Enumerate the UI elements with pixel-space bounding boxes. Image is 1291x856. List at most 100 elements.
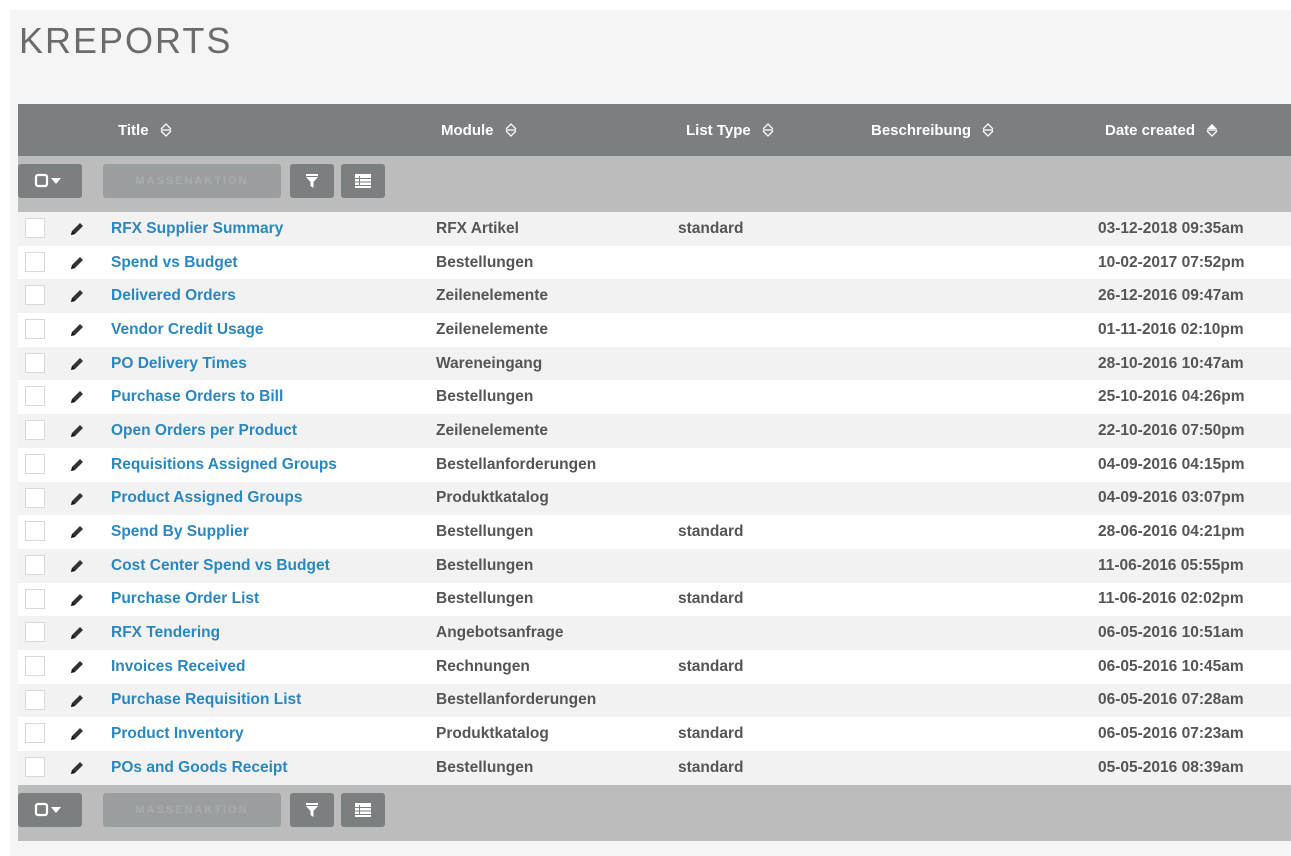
row-checkbox[interactable] bbox=[25, 386, 45, 407]
list-type-cell: standard bbox=[678, 523, 744, 541]
table-row: RFX Tendering Angebotsanfrage 06-05-2016 1… bbox=[18, 616, 1291, 650]
column-header-module-label: Module bbox=[441, 121, 494, 139]
mass-action-button[interactable]: MASSENAKTION bbox=[103, 792, 281, 827]
row-checkbox[interactable] bbox=[25, 251, 45, 272]
edit-icon[interactable] bbox=[68, 220, 86, 243]
column-chooser-button[interactable] bbox=[341, 164, 385, 198]
row-checkbox[interactable] bbox=[25, 622, 45, 643]
report-title-link[interactable]: Vendor Credit Usage bbox=[111, 313, 263, 347]
edit-icon[interactable] bbox=[68, 591, 86, 614]
row-checkbox[interactable] bbox=[25, 218, 45, 238]
edit-icon[interactable] bbox=[68, 759, 86, 782]
mass-action-button[interactable]: MASSENAKTION bbox=[103, 164, 281, 198]
report-title-link[interactable]: RFX Supplier Summary bbox=[111, 212, 283, 246]
module-cell: Bestellanforderungen bbox=[436, 691, 597, 709]
row-checkbox[interactable] bbox=[25, 723, 45, 744]
column-header-title[interactable]: Title bbox=[118, 104, 173, 156]
row-checkbox[interactable] bbox=[25, 554, 45, 575]
module-cell: Wareneingang bbox=[436, 354, 543, 372]
report-title-link[interactable]: Product Assigned Groups bbox=[111, 482, 302, 516]
report-title-link[interactable]: Delivered Orders bbox=[111, 279, 236, 313]
sort-icon[interactable] bbox=[504, 122, 518, 138]
module-cell: Bestellungen bbox=[436, 556, 534, 574]
edit-icon[interactable] bbox=[68, 388, 86, 411]
row-checkbox[interactable] bbox=[25, 319, 45, 340]
top-action-bar: MASSENAKTION bbox=[18, 156, 1291, 212]
report-title-link[interactable]: POs and Goods Receipt bbox=[111, 751, 288, 785]
report-rows: RFX Supplier Summary RFX Artikel standard 0… bbox=[18, 212, 1291, 785]
report-title-link[interactable]: Cost Center Spend vs Budget bbox=[111, 549, 330, 583]
edit-icon[interactable] bbox=[68, 456, 86, 479]
table-row: Vendor Credit Usage Zeilenelemente 01-11-2… bbox=[18, 313, 1291, 347]
report-title-link[interactable]: Open Orders per Product bbox=[111, 414, 297, 448]
column-header-list-type-label: List Type bbox=[686, 121, 751, 139]
filter-button[interactable] bbox=[290, 792, 334, 827]
date-created-cell: 10-02-2017 07:52pm bbox=[1098, 253, 1245, 271]
sort-desc-icon[interactable] bbox=[1205, 122, 1219, 138]
edit-icon[interactable] bbox=[68, 287, 86, 310]
report-title-link[interactable]: RFX Tendering bbox=[111, 616, 220, 650]
module-cell: Produktkatalog bbox=[436, 725, 549, 743]
sort-icon[interactable] bbox=[159, 122, 173, 138]
report-title-link[interactable]: Invoices Received bbox=[111, 650, 245, 684]
edit-icon[interactable] bbox=[68, 490, 86, 513]
sort-icon[interactable] bbox=[981, 122, 995, 138]
table-row: Spend By Supplier Bestellungen standard 28-… bbox=[18, 515, 1291, 549]
row-checkbox[interactable] bbox=[25, 352, 45, 373]
edit-icon[interactable] bbox=[68, 658, 86, 681]
row-checkbox[interactable] bbox=[25, 487, 45, 508]
edit-icon[interactable] bbox=[68, 692, 86, 715]
column-header-module[interactable]: Module bbox=[441, 104, 518, 156]
row-checkbox[interactable] bbox=[25, 521, 45, 542]
report-title-link[interactable]: Requisitions Assigned Groups bbox=[111, 448, 337, 482]
edit-icon[interactable] bbox=[68, 725, 86, 748]
row-checkbox[interactable] bbox=[25, 689, 45, 710]
edit-icon[interactable] bbox=[68, 321, 86, 344]
report-title-link[interactable]: Product Inventory bbox=[111, 717, 244, 751]
edit-icon[interactable] bbox=[68, 624, 86, 647]
date-created-cell: 06-05-2016 07:28am bbox=[1098, 691, 1244, 709]
column-header-beschreibung[interactable]: Beschreibung bbox=[871, 104, 995, 156]
edit-icon[interactable] bbox=[68, 355, 86, 378]
module-cell: Bestellungen bbox=[436, 758, 534, 776]
column-header-date-created[interactable]: Date created bbox=[1105, 104, 1219, 156]
edit-icon[interactable] bbox=[68, 523, 86, 546]
edit-icon[interactable] bbox=[68, 254, 86, 277]
list-type-cell: standard bbox=[678, 725, 744, 743]
report-title-link[interactable]: Purchase Orders to Bill bbox=[111, 380, 283, 414]
filter-icon bbox=[306, 802, 318, 817]
row-checkbox[interactable] bbox=[25, 453, 45, 474]
sort-icon[interactable] bbox=[761, 122, 775, 138]
report-title-link[interactable]: Spend By Supplier bbox=[111, 515, 249, 549]
module-cell: Bestellungen bbox=[436, 523, 534, 541]
column-chooser-button[interactable] bbox=[341, 792, 385, 827]
row-checkbox[interactable] bbox=[25, 285, 45, 306]
column-header-list-type[interactable]: List Type bbox=[686, 104, 775, 156]
report-title-link[interactable]: Spend vs Budget bbox=[111, 246, 238, 280]
edit-icon[interactable] bbox=[68, 422, 86, 445]
select-all-dropdown-button[interactable] bbox=[18, 164, 82, 198]
edit-icon[interactable] bbox=[68, 557, 86, 580]
table-row: Delivered Orders Zeilenelemente 26-12-2016… bbox=[18, 279, 1291, 314]
filter-icon bbox=[306, 174, 318, 188]
row-checkbox[interactable] bbox=[25, 655, 45, 676]
select-all-dropdown-button[interactable] bbox=[18, 792, 82, 827]
filter-button[interactable] bbox=[290, 164, 334, 198]
report-title-link[interactable]: PO Delivery Times bbox=[111, 347, 247, 381]
table-row: Product Inventory Produktkatalog standard 0… bbox=[18, 717, 1291, 751]
row-checkbox[interactable] bbox=[25, 757, 45, 777]
report-title-link[interactable]: Purchase Order List bbox=[111, 583, 259, 617]
list-type-cell: standard bbox=[678, 657, 744, 675]
module-cell: RFX Artikel bbox=[436, 219, 519, 237]
table-row: Cost Center Spend vs Budget Bestellungen 1… bbox=[18, 548, 1291, 583]
module-cell: Bestellanforderungen bbox=[436, 455, 597, 473]
row-checkbox[interactable] bbox=[25, 588, 45, 609]
row-checkbox[interactable] bbox=[25, 420, 45, 441]
table-row: Purchase Orders to Bill Bestellungen 25-10… bbox=[18, 380, 1291, 415]
table-row: Purchase Order List Bestellungen standard 1… bbox=[18, 582, 1291, 617]
list-type-cell: standard bbox=[678, 590, 744, 608]
module-cell: Produktkatalog bbox=[436, 489, 549, 507]
date-created-cell: 22-10-2016 07:50pm bbox=[1098, 421, 1245, 439]
report-title-link[interactable]: Purchase Requisition List bbox=[111, 684, 301, 718]
date-created-cell: 04-09-2016 03:07pm bbox=[1098, 489, 1245, 507]
